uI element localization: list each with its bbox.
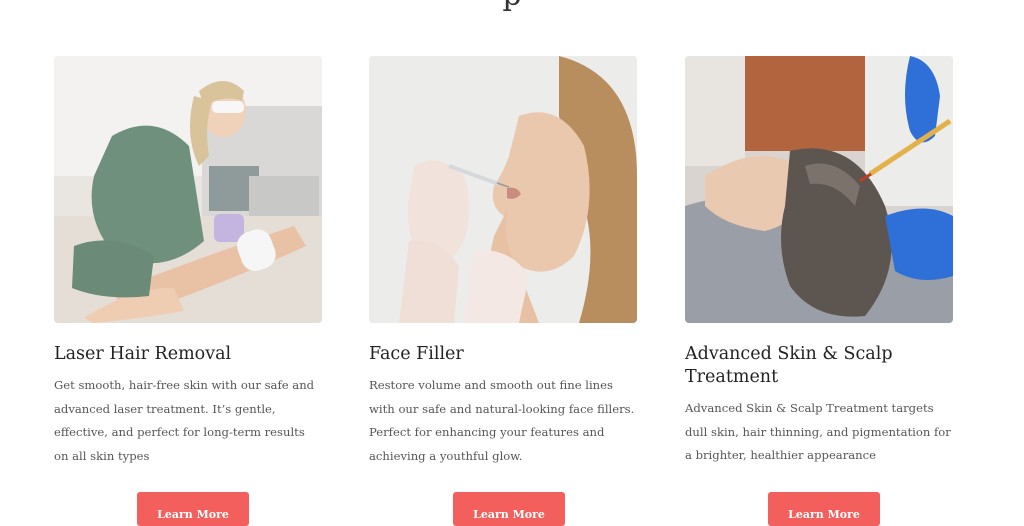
service-card-skin-scalp: Advanced Skin & Scalp Treatment Advanced…: [685, 56, 953, 468]
card-title: Advanced Skin & Scalp Treatment: [685, 344, 893, 387]
card-title: Face Filler: [369, 344, 464, 364]
service-card-face-filler: Face Filler Restore volume and smooth ou…: [369, 56, 637, 468]
learn-more-button-laser[interactable]: Learn More: [137, 492, 249, 526]
scalp-treatment-photo: [685, 56, 953, 323]
card-description: Restore volume and smooth out fine lines…: [369, 378, 635, 463]
service-card-laser: Laser Hair Removal Get smooth, hair-free…: [54, 56, 322, 468]
face-filler-photo: [369, 56, 637, 323]
learn-more-button-face-filler[interactable]: Learn More: [453, 492, 565, 526]
card-description: Advanced Skin & Scalp Treatment targets …: [685, 401, 951, 462]
laser-treatment-photo: [54, 56, 322, 323]
card-description: Get smooth, hair-free skin with our safe…: [54, 378, 315, 463]
card-title: Laser Hair Removal: [54, 344, 232, 364]
section-heading-partial: p: [0, 0, 1024, 13]
learn-more-button-skin-scalp[interactable]: Learn More: [768, 492, 880, 526]
